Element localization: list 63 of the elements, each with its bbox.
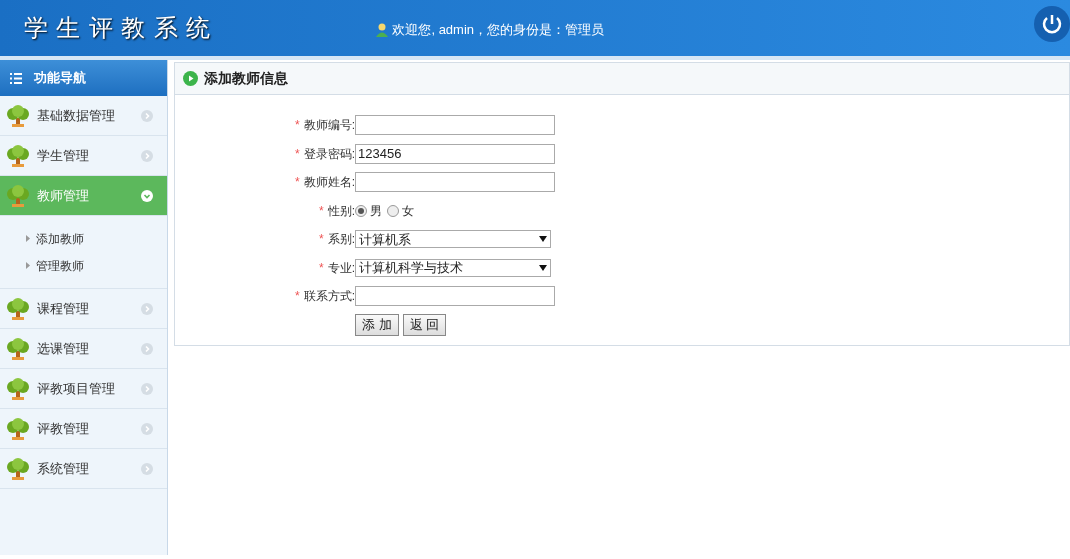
- text-field[interactable]: 123456: [355, 143, 555, 164]
- field-label: 专业:: [327, 259, 355, 277]
- text-field[interactable]: [355, 172, 555, 193]
- tree-icon: [6, 337, 30, 360]
- field-label: 登录密码:: [303, 145, 355, 163]
- panel-title: 添加教师信息: [204, 69, 288, 88]
- tree-icon: [6, 297, 30, 320]
- chevron-right-icon: [141, 302, 153, 315]
- required-mark: *: [319, 231, 324, 249]
- text-field[interactable]: [355, 286, 555, 307]
- required-mark: *: [295, 145, 300, 163]
- play-icon: [183, 71, 198, 86]
- power-button[interactable]: [1034, 6, 1070, 42]
- chevron-right-icon: [141, 382, 153, 395]
- submenu-item[interactable]: 管理教师: [36, 256, 84, 275]
- chevron-right-icon: [141, 422, 153, 435]
- radio-label: 女: [402, 202, 414, 220]
- radio-button[interactable]: [355, 204, 367, 217]
- radio-button[interactable]: [387, 204, 399, 217]
- dropdown[interactable]: 计算机系: [355, 230, 551, 249]
- dropdown[interactable]: 计算机科学与技术: [355, 258, 551, 277]
- chevron-right-icon: [141, 149, 153, 162]
- menu-item[interactable]: 选课管理: [0, 329, 167, 369]
- user-icon: [376, 23, 389, 37]
- list-icon: [10, 72, 22, 84]
- text-field[interactable]: [355, 115, 555, 136]
- required-mark: *: [295, 117, 300, 135]
- tree-icon: [6, 377, 30, 400]
- triangle-icon: [26, 235, 30, 242]
- welcome-text: 欢迎您, admin，您的身份是：管理员: [392, 21, 605, 40]
- form-button[interactable]: 添 加: [355, 313, 399, 336]
- nav-title: 功能导航: [34, 69, 86, 88]
- required-mark: *: [319, 259, 324, 277]
- tree-icon: [6, 104, 30, 127]
- chevron-right-icon: [141, 109, 153, 122]
- tree-icon: [6, 144, 30, 167]
- radio-label: 男: [370, 202, 382, 220]
- submenu-item[interactable]: 添加教师: [36, 229, 84, 248]
- chevron-right-icon: [141, 462, 153, 475]
- required-mark: *: [295, 288, 300, 306]
- power-icon: [1041, 13, 1063, 35]
- field-label: 教师姓名:: [303, 174, 355, 192]
- triangle-icon: [26, 262, 30, 269]
- app-title: 学生评教系统: [24, 13, 219, 44]
- tree-icon: [6, 457, 30, 480]
- required-mark: *: [319, 202, 324, 220]
- menu-item[interactable]: 课程管理: [0, 289, 167, 329]
- menu-item[interactable]: 评教管理: [0, 409, 167, 449]
- field-label: 联系方式:: [303, 288, 355, 306]
- required-mark: *: [295, 174, 300, 192]
- dropdown-arrow-icon: [539, 236, 547, 243]
- dropdown-arrow-icon: [539, 264, 547, 271]
- tree-icon: [6, 184, 30, 207]
- menu-item[interactable]: 基础数据管理: [0, 96, 167, 136]
- chevron-right-icon: [141, 342, 153, 355]
- field-label: 教师编号:: [303, 117, 355, 135]
- tree-icon: [6, 417, 30, 440]
- chevron-down-icon: [141, 189, 153, 202]
- menu-item[interactable]: 评教项目管理: [0, 369, 167, 409]
- field-label: 性别:: [327, 202, 355, 220]
- field-label: 系别:: [327, 231, 355, 249]
- menu-item[interactable]: 系统管理: [0, 449, 167, 489]
- form-button[interactable]: 返 回: [402, 313, 447, 336]
